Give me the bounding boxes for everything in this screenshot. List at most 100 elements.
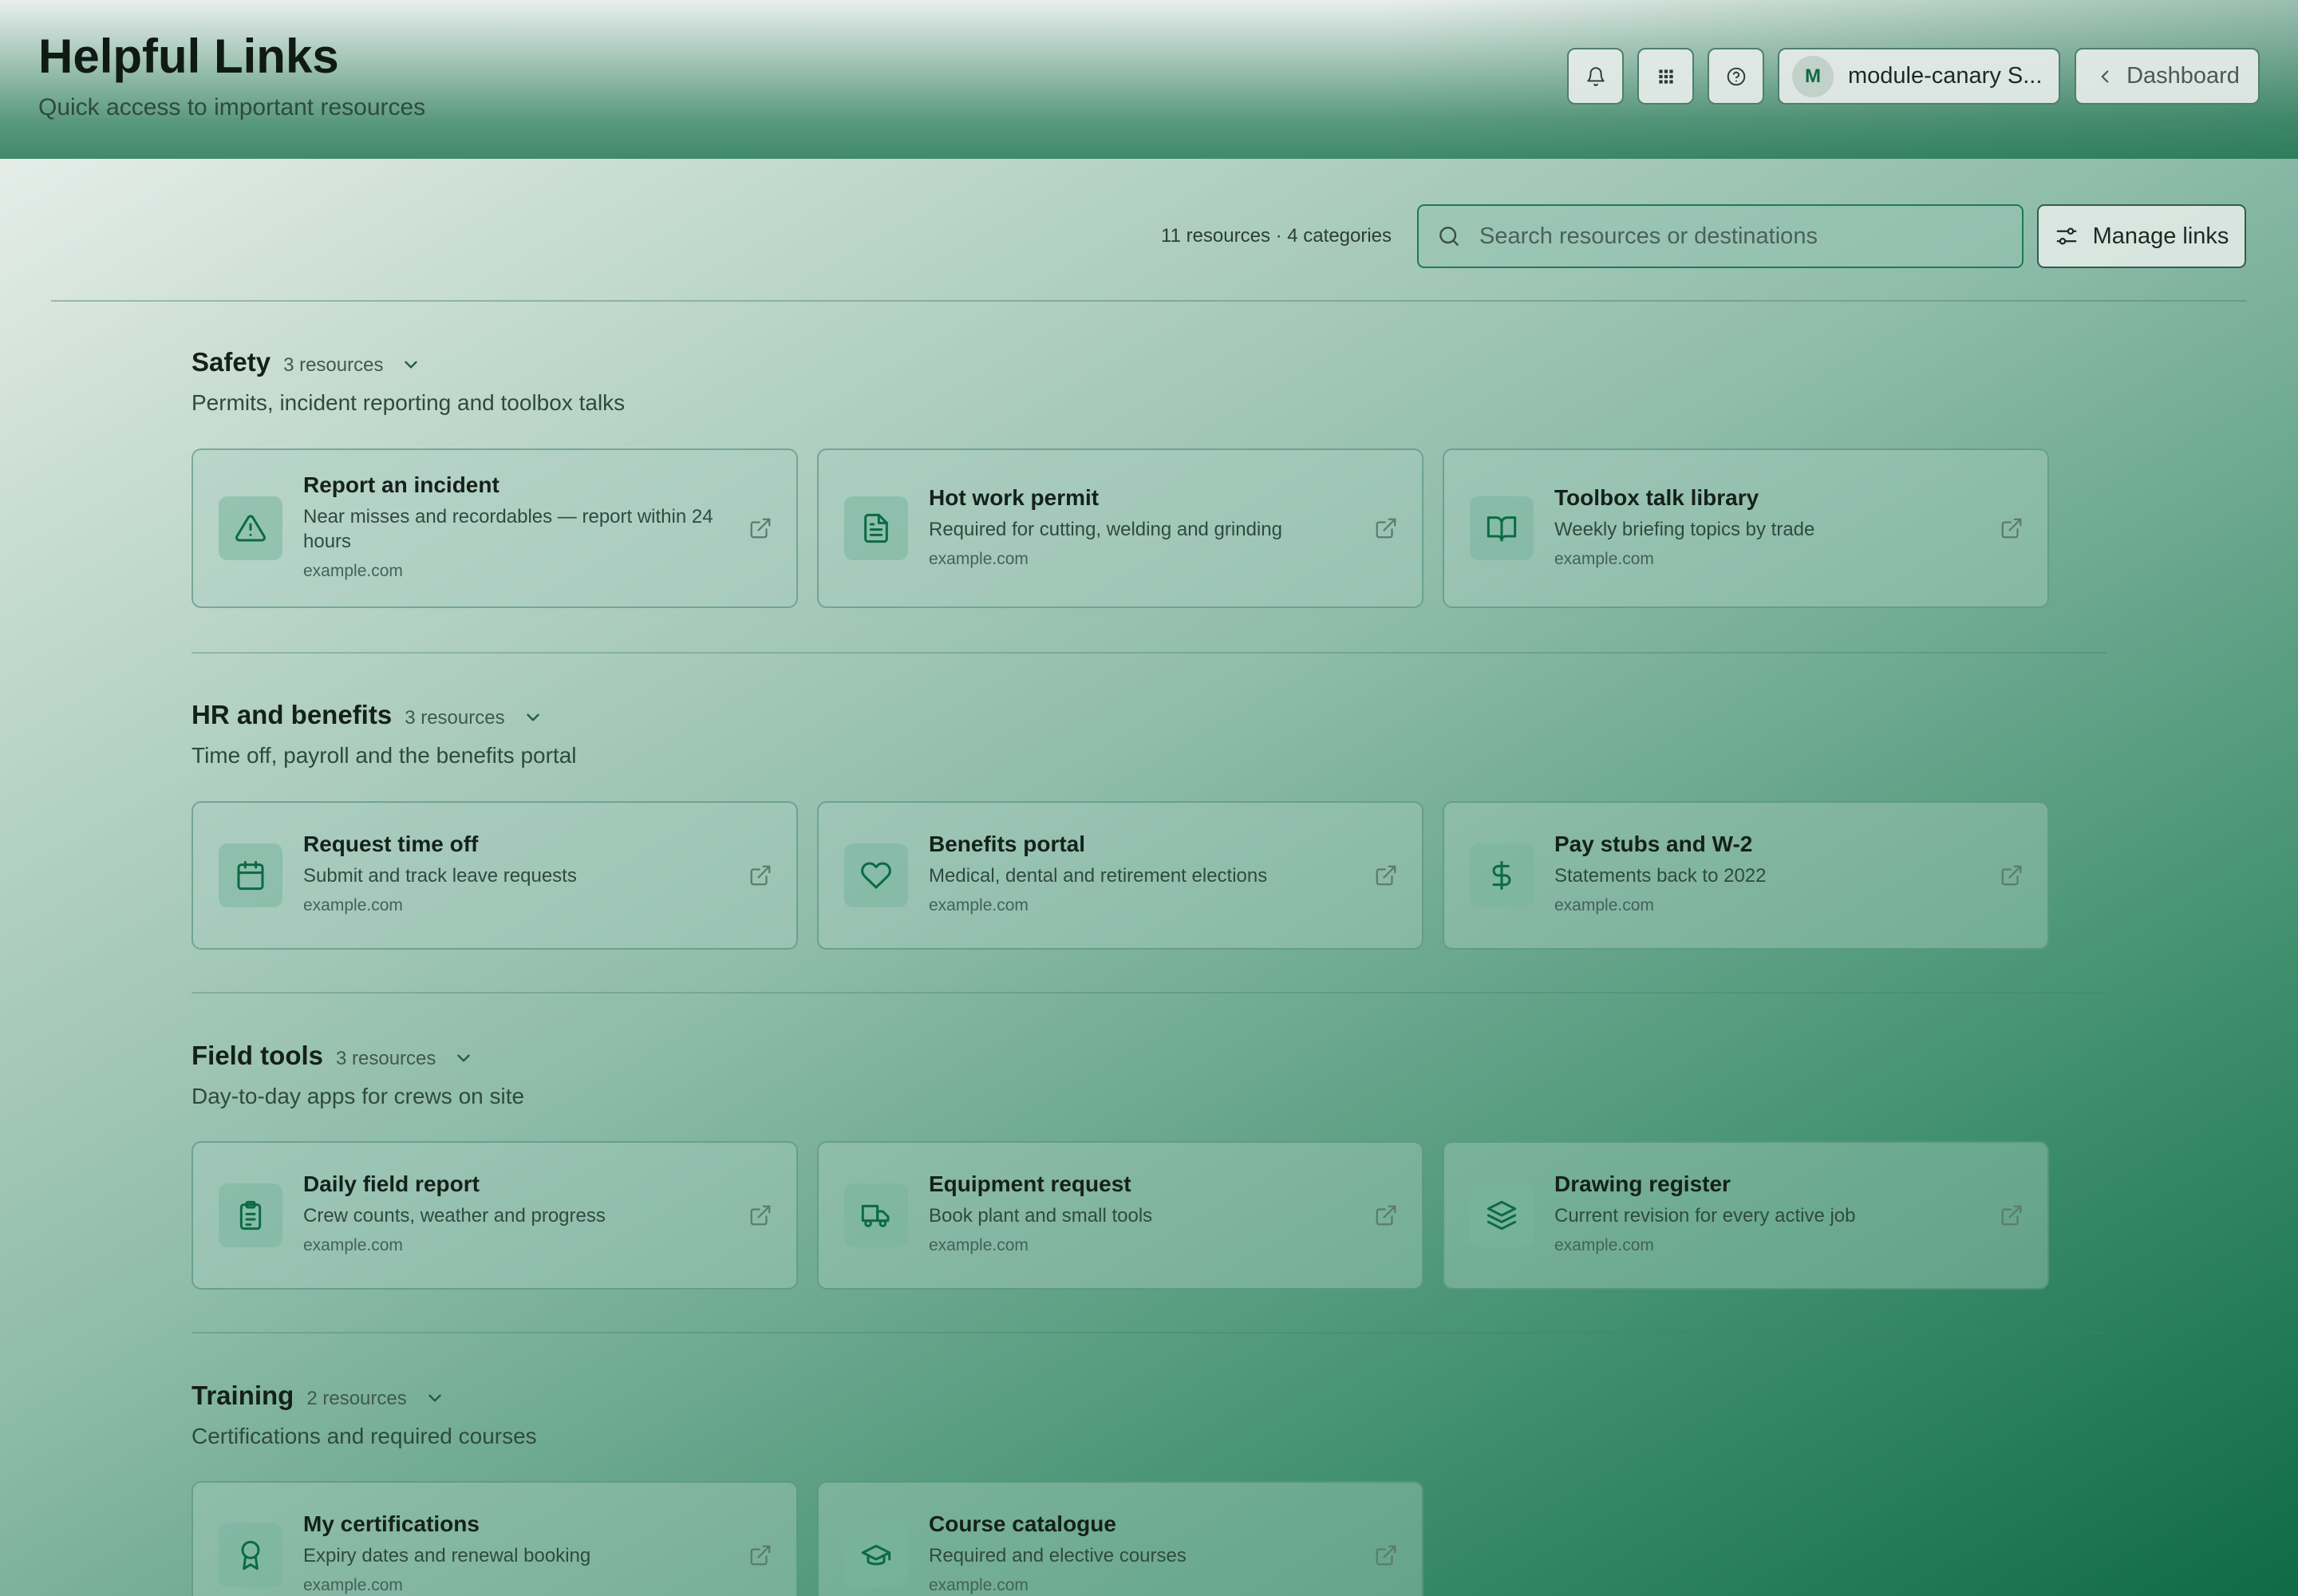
card-title: Toolbox talk library: [1554, 485, 1759, 510]
external-link-icon: [750, 865, 771, 886]
section-title: HR and benefits: [192, 700, 393, 729]
section-safety: Safety 3 resources Permits, incident rep…: [192, 347, 2106, 608]
resource-card-request-time-off[interactable]: Request time off Submit and track leave …: [192, 801, 798, 950]
external-link-icon: [1376, 1545, 1396, 1566]
section-title: Training: [192, 1381, 294, 1410]
external-link-icon: [2001, 518, 2022, 539]
section-header[interactable]: Safety 3 resources: [192, 347, 2106, 382]
resource-card-equipment-request[interactable]: Equipment request Book plant and small t…: [817, 1141, 1423, 1290]
section-title: Field tools: [192, 1041, 323, 1070]
document-icon: [864, 513, 888, 543]
dollar-icon: [1492, 860, 1511, 891]
external-link-icon: [1376, 865, 1396, 886]
card-url: example.com: [929, 1576, 1029, 1594]
resource-card-course-catalogue[interactable]: Course catalogue Required and elective c…: [817, 1481, 1423, 1596]
resource-card-pay-stubs[interactable]: Pay stubs and W-2 Statements back to 202…: [1443, 801, 2049, 950]
account-menu-button[interactable]: M module-canary S...: [1778, 48, 2060, 105]
card-url: example.com: [303, 896, 403, 915]
help-icon: [1727, 67, 1745, 85]
chevron-down-icon[interactable]: [401, 354, 421, 375]
section-header[interactable]: Field tools 3 resources: [192, 1041, 2106, 1076]
card-url: example.com: [929, 550, 1029, 568]
card-description: Current revision for every active job: [1554, 1205, 1856, 1227]
page-title: Helpful Links: [38, 30, 339, 83]
section-divider: [192, 992, 2106, 994]
card-description: Required for cutting, welding and grindi…: [929, 519, 1282, 540]
resource-count: 11 resources · 4 categories: [1161, 225, 1392, 247]
manage-links-button[interactable]: Manage links: [2037, 204, 2246, 268]
card-title: Report an incident: [303, 472, 499, 497]
card-title: Request time off: [303, 832, 479, 856]
section-divider: [192, 652, 2106, 654]
resource-card-report-incident[interactable]: Report an incident Near misses and recor…: [192, 448, 798, 608]
sliders-icon: [2056, 227, 2076, 245]
help-button[interactable]: [1708, 48, 1764, 105]
resource-card-drawing-register[interactable]: Drawing register Current revision for ev…: [1443, 1141, 2049, 1290]
card-title: Hot work permit: [929, 485, 1100, 510]
clipboard-icon: [239, 1200, 262, 1231]
external-link-icon: [750, 518, 771, 539]
section-description: Permits, incident reporting and toolbox …: [192, 390, 626, 415]
chevron-down-icon[interactable]: [453, 1048, 474, 1069]
card-url: example.com: [303, 1236, 403, 1254]
bell-icon: [1586, 66, 1605, 86]
section-hr-benefits: HR and benefits 3 resources Time off, pa…: [192, 700, 2106, 950]
back-to-dashboard-button[interactable]: Dashboard: [2075, 48, 2260, 105]
account-name: module-canary S...: [1848, 63, 2043, 89]
card-url: example.com: [1554, 550, 1654, 568]
chevron-down-icon[interactable]: [424, 1388, 445, 1408]
section-description: Day-to-day apps for crews on site: [192, 1084, 525, 1108]
notifications-button[interactable]: [1567, 48, 1624, 105]
card-description: Required and elective courses: [929, 1545, 1187, 1566]
section-field-tools: Field tools 3 resources Day-to-day apps …: [192, 1041, 2106, 1290]
card-title: Pay stubs and W-2: [1554, 832, 1753, 856]
card-title: My certifications: [303, 1511, 480, 1536]
resource-card-hot-work-permit[interactable]: Hot work permit Required for cutting, we…: [817, 448, 1423, 608]
resource-card-benefits-portal[interactable]: Benefits portal Medical, dental and reti…: [817, 801, 1423, 950]
resource-card-my-certifications[interactable]: My certifications Expiry dates and renew…: [192, 1481, 798, 1596]
section-training: Training 2 resources Certifications and …: [192, 1381, 2106, 1596]
section-header[interactable]: Training 2 resources: [192, 1381, 2106, 1416]
apps-grid-icon: [1658, 69, 1673, 84]
section-count: 3 resources: [283, 354, 384, 376]
external-link-icon: [1376, 518, 1396, 539]
book-open-icon: [1487, 516, 1517, 542]
external-link-icon: [750, 1545, 771, 1566]
card-description: Weekly briefing topics by trade: [1554, 519, 1815, 540]
resource-card-daily-field-report[interactable]: Daily field report Crew counts, weather …: [192, 1141, 798, 1290]
external-link-icon: [2001, 865, 2022, 886]
section-description: Certifications and required courses: [192, 1424, 537, 1448]
card-description: Medical, dental and retirement elections: [929, 865, 1268, 887]
card-title: Course catalogue: [929, 1511, 1116, 1536]
search-box[interactable]: [1417, 204, 2024, 268]
card-description: Crew counts, weather and progress: [303, 1205, 606, 1227]
external-link-icon: [2001, 1205, 2022, 1226]
section-header[interactable]: HR and benefits 3 resources: [192, 700, 2106, 735]
card-url: example.com: [1554, 1236, 1654, 1254]
apps-button[interactable]: [1637, 48, 1694, 105]
card-title: Benefits portal: [929, 832, 1086, 856]
resource-card-toolbox-talk-library[interactable]: Toolbox talk library Weekly briefing top…: [1443, 448, 2049, 608]
search-icon: [1439, 227, 1459, 246]
card-url: example.com: [929, 1236, 1029, 1254]
card-title: Equipment request: [929, 1171, 1131, 1196]
section-title: Safety: [192, 347, 271, 377]
card-title: Daily field report: [303, 1171, 480, 1196]
back-label: Dashboard: [2126, 63, 2240, 89]
section-description: Time off, payroll and the benefits porta…: [192, 743, 577, 768]
card-url: example.com: [303, 1576, 403, 1594]
page-subtitle: Quick access to important resources: [38, 94, 426, 120]
card-description: Expiry dates and renewal booking: [303, 1545, 591, 1566]
chevron-down-icon[interactable]: [523, 707, 543, 728]
section-count: 3 resources: [405, 707, 505, 729]
award-icon: [241, 1540, 260, 1570]
card-description: Book plant and small tools: [929, 1205, 1153, 1227]
card-description: Statements back to 2022: [1554, 865, 1767, 887]
manage-links-label: Manage links: [2092, 223, 2229, 249]
external-link-icon: [1376, 1205, 1396, 1226]
card-url: example.com: [929, 896, 1029, 915]
search-input[interactable]: [1479, 223, 1990, 250]
avatar: M: [1792, 55, 1834, 97]
section-count: 2 resources: [306, 1388, 407, 1409]
graduation-cap-icon: [861, 1544, 891, 1566]
